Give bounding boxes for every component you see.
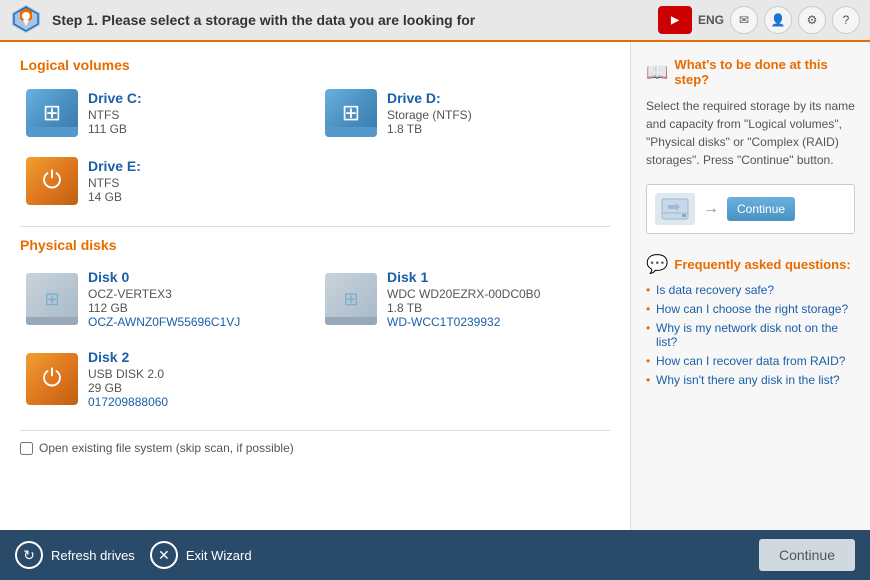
drive-d-fs: Storage (NTFS) (387, 108, 604, 122)
disk-2-size: 29 GB (88, 381, 305, 395)
disk-1-model: WDC WD20EZRX-00DC0B0 (387, 287, 604, 301)
faq-icon: 💬 (646, 254, 668, 275)
help-text: Select the required storage by its name … (646, 97, 855, 169)
faq-item-5[interactable]: Why isn't there any disk in the list? (646, 373, 855, 387)
disk-2-item[interactable]: ⏻ Disk 2 USB DISK 2.0 29 GB 017209888060 (20, 343, 311, 415)
disk-2-model: USB DISK 2.0 (88, 367, 305, 381)
header: Step 1. Please select a storage with the… (0, 0, 870, 42)
refresh-drives-button[interactable]: ↻ Refresh drives (15, 541, 135, 569)
disk-1-icon: ⊞ (325, 273, 377, 325)
usb-logo-icon-e: ⏻ (43, 167, 62, 195)
filesystem-checkbox-row: Open existing file system (skip scan, if… (20, 441, 610, 455)
drive-e-info: Drive E: NTFS 14 GB (88, 158, 305, 204)
logical-volumes-title: Logical volumes (20, 57, 610, 73)
messages-button[interactable]: ✉ (730, 6, 758, 34)
faq-list: Is data recovery safe? How can I choose … (646, 283, 855, 387)
faq-item-2[interactable]: How can I choose the right storage? (646, 302, 855, 316)
faq-title: 💬 Frequently asked questions: (646, 254, 855, 275)
disk-0-size: 112 GB (88, 301, 305, 315)
drive-d-name: Drive D: (387, 90, 604, 106)
bottom-separator (20, 430, 610, 431)
disk-1-serial: WD-WCC1T0239932 (387, 315, 604, 329)
disk-windows-icon: ⊞ (44, 289, 59, 310)
help-button[interactable]: ? (832, 6, 860, 34)
drive-c-fs: NTFS (88, 108, 305, 122)
book-icon: 📖 (646, 62, 668, 83)
drive-e-icon: ⏻ (26, 157, 78, 205)
disk-0-item[interactable]: ⊞ Disk 0 OCZ-VERTEX3 112 GB OCZ-AWNZ0FW5… (20, 263, 311, 335)
app-logo (10, 3, 42, 38)
account-button[interactable]: 👤 (764, 6, 792, 34)
disk-stripe-1 (325, 317, 377, 325)
arrow-icon: → (703, 200, 719, 218)
logical-volumes-grid: ⊞ Drive C: NTFS 111 GB ⊞ Drive D: Storag… (20, 83, 610, 211)
disk-windows-icon-1: ⊞ (343, 289, 358, 310)
disk-1-info: Disk 1 WDC WD20EZRX-00DC0B0 1.8 TB WD-WC… (387, 269, 604, 329)
physical-disks-title: Physical disks (20, 237, 610, 253)
drive-d-icon: ⊞ (325, 89, 377, 137)
help-section-title: 📖 What's to be done at this step? (646, 57, 855, 87)
physical-disks-grid: ⊞ Disk 0 OCZ-VERTEX3 112 GB OCZ-AWNZ0FW5… (20, 263, 610, 415)
disk-2-icon: ⏻ (26, 353, 78, 405)
drive-e-name: Drive E: (88, 158, 305, 174)
refresh-icon: ↻ (15, 541, 43, 569)
right-panel: 📖 What's to be done at this step? Select… (630, 42, 870, 530)
footer: ↻ Refresh drives ✕ Exit Wizard Continue (0, 530, 870, 580)
faq-item-4[interactable]: How can I recover data from RAID? (646, 354, 855, 368)
demo-storage-icon (655, 193, 695, 225)
drive-c-info: Drive C: NTFS 111 GB (88, 90, 305, 136)
exit-wizard-button[interactable]: ✕ Exit Wizard (150, 541, 252, 569)
disk-2-name: Disk 2 (88, 349, 305, 365)
continue-demo: → Continue (646, 184, 855, 234)
disk-0-icon: ⊞ (26, 273, 78, 325)
faq-item-3[interactable]: Why is my network disk not on the list? (646, 321, 855, 349)
windows-logo-icon-d: ⊞ (342, 100, 360, 126)
filesystem-checkbox-label: Open existing file system (skip scan, if… (39, 441, 294, 455)
drive-c-size: 111 GB (88, 122, 305, 136)
drive-d-item[interactable]: ⊞ Drive D: Storage (NTFS) 1.8 TB (319, 83, 610, 143)
header-actions: ▶ ENG ✉ 👤 ⚙ ? (658, 6, 860, 34)
header-title: Step 1. Please select a storage with the… (52, 12, 648, 28)
main-content: Logical volumes ⊞ Drive C: NTFS 111 GB ⊞ (0, 42, 870, 530)
drive-d-info: Drive D: Storage (NTFS) 1.8 TB (387, 90, 604, 136)
disk-0-info: Disk 0 OCZ-VERTEX3 112 GB OCZ-AWNZ0FW556… (88, 269, 305, 329)
section-separator (20, 226, 610, 227)
drive-e-size: 14 GB (88, 190, 305, 204)
disk-1-size: 1.8 TB (387, 301, 604, 315)
disk-2-info: Disk 2 USB DISK 2.0 29 GB 017209888060 (88, 349, 305, 409)
drive-e-fs: NTFS (88, 176, 305, 190)
disk-0-name: Disk 0 (88, 269, 305, 285)
usb-logo-icon-disk2: ⏻ (43, 365, 62, 393)
disk-1-name: Disk 1 (387, 269, 604, 285)
drive-e-item[interactable]: ⏻ Drive E: NTFS 14 GB (20, 151, 311, 211)
drive-c-icon: ⊞ (26, 89, 78, 137)
continue-demo-button[interactable]: Continue (727, 197, 795, 221)
settings-button[interactable]: ⚙ (798, 6, 826, 34)
filesystem-checkbox[interactable] (20, 442, 33, 455)
continue-button[interactable]: Continue (759, 539, 855, 571)
left-panel: Logical volumes ⊞ Drive C: NTFS 111 GB ⊞ (0, 42, 630, 530)
windows-logo-icon: ⊞ (43, 100, 61, 126)
drive-c-item[interactable]: ⊞ Drive C: NTFS 111 GB (20, 83, 311, 143)
disk-stripe (26, 317, 78, 325)
exit-icon: ✕ (150, 541, 178, 569)
disk-2-serial: 017209888060 (88, 395, 305, 409)
language-selector[interactable]: ENG (698, 13, 724, 27)
disk-0-model: OCZ-VERTEX3 (88, 287, 305, 301)
drive-c-name: Drive C: (88, 90, 305, 106)
disk-1-item[interactable]: ⊞ Disk 1 WDC WD20EZRX-00DC0B0 1.8 TB WD-… (319, 263, 610, 335)
disk-0-serial: OCZ-AWNZ0FW55696C1VJ (88, 315, 305, 329)
faq-item-1[interactable]: Is data recovery safe? (646, 283, 855, 297)
drive-d-size: 1.8 TB (387, 122, 604, 136)
youtube-button[interactable]: ▶ (658, 6, 692, 34)
